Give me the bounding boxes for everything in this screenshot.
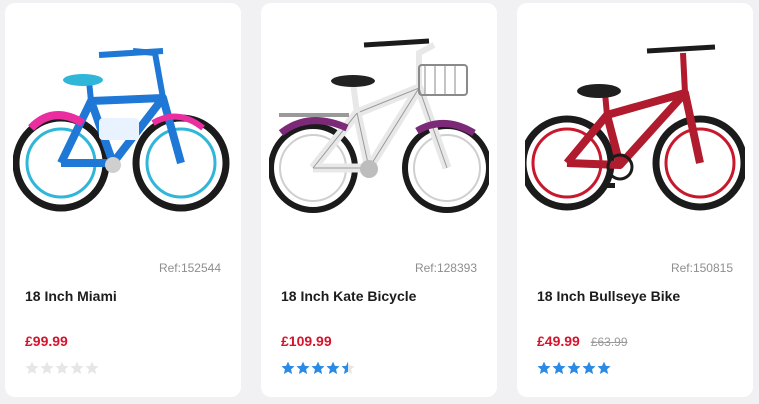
bicycle-icon xyxy=(269,38,489,213)
product-ref: Ref:150815 xyxy=(670,261,733,275)
rating-stars xyxy=(281,361,355,375)
star-icon xyxy=(552,361,566,374)
product-name[interactable]: 18 Inch Bullseye Bike xyxy=(537,288,680,304)
product-image[interactable] xyxy=(269,33,489,218)
star-icon xyxy=(40,361,54,374)
star-icon xyxy=(567,361,581,374)
rating-stars xyxy=(537,361,611,375)
star-icon xyxy=(311,361,325,374)
product-price: £109.99 xyxy=(281,333,332,349)
product-card[interactable]: Ref:150815 18 Inch Bullseye Bike £49.99 … xyxy=(517,3,753,397)
star-icon xyxy=(55,361,69,374)
product-ref: Ref:152544 xyxy=(158,261,221,275)
price-row: £49.99 £63.99 xyxy=(537,333,628,349)
star-icon xyxy=(25,361,39,374)
price-row: £109.99 xyxy=(281,333,343,349)
product-image[interactable] xyxy=(13,33,233,218)
star-icon xyxy=(597,361,611,374)
star-icon xyxy=(281,361,295,374)
rating-stars xyxy=(25,361,99,375)
product-grid: Ref:152544 18 Inch Miami £99.99 Ref:1283… xyxy=(5,3,753,397)
product-name[interactable]: 18 Inch Kate Bicycle xyxy=(281,288,416,304)
star-icon xyxy=(582,361,596,374)
product-ref: Ref:128393 xyxy=(414,261,477,275)
star-icon xyxy=(70,361,84,374)
product-was-price: £63.99 xyxy=(590,335,628,349)
star-icon xyxy=(85,361,99,374)
price-row: £99.99 xyxy=(25,333,79,349)
bicycle-icon xyxy=(13,48,230,212)
product-price: £99.99 xyxy=(25,333,68,349)
star-icon xyxy=(537,361,551,374)
product-image[interactable] xyxy=(525,33,745,218)
product-card[interactable]: Ref:152544 18 Inch Miami £99.99 xyxy=(5,3,241,397)
product-price: £49.99 xyxy=(537,333,580,349)
product-card[interactable]: Ref:128393 18 Inch Kate Bicycle £109.99 xyxy=(261,3,497,397)
product-name[interactable]: 18 Inch Miami xyxy=(25,288,117,304)
bicycle-icon xyxy=(525,44,745,211)
star-icon xyxy=(326,361,340,374)
star-icon xyxy=(341,361,355,374)
star-icon xyxy=(296,361,310,374)
